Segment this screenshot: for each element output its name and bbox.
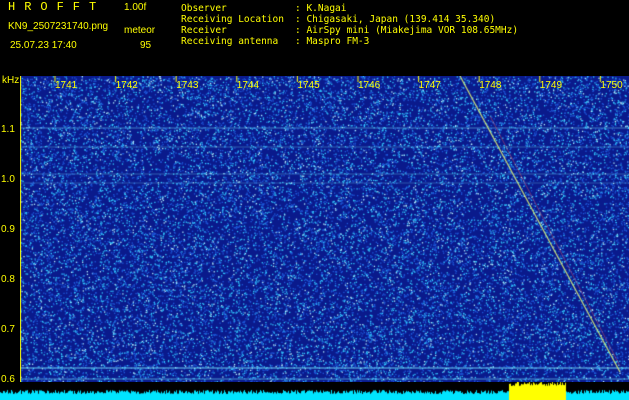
mode-label: meteor: [124, 25, 156, 36]
version-label: 1.00f: [124, 2, 147, 13]
x-tick-label: 1745: [297, 80, 320, 91]
x-tick-label: 1744: [236, 80, 260, 91]
y-tick-label: 1.1: [1, 124, 15, 135]
x-tick-label: 1749: [539, 80, 563, 91]
station-info: Observer : K.Nagai Receiving Location : Ch…: [181, 3, 518, 47]
info-value: : AirSpy mini (Miakejima VOR 108.65MHz): [295, 25, 519, 36]
x-tick-label: 1746: [358, 80, 381, 91]
signal-level-bar: [0, 382, 629, 400]
y-axis-unit: kHz: [2, 75, 20, 86]
x-tick-label: 1747: [418, 80, 441, 91]
x-tick-label: 1742: [115, 80, 138, 91]
y-tick-label: 0.9: [1, 224, 15, 235]
datetime-label: 25.07.23 17:40: [10, 40, 77, 51]
info-key: Receiving antenna: [181, 36, 279, 47]
x-tick-label: 1743: [176, 80, 199, 91]
info-row-receiver: Receiver : AirSpy mini (Miakejima VOR 108…: [181, 25, 518, 36]
info-value: : K.Nagai: [295, 3, 347, 14]
count-label: 95: [140, 40, 152, 51]
y-tick-label: 1.0: [1, 174, 15, 185]
y-tick-label: 0.8: [1, 274, 15, 285]
x-tick-label: 1750: [600, 80, 623, 91]
info-key: Receiver: [181, 25, 227, 36]
info-row-antenna: Receiving antenna : Maspro FM-3: [181, 36, 518, 47]
y-tick-label: 0.7: [1, 324, 15, 335]
info-row-observer: Observer : K.Nagai: [181, 3, 518, 14]
info-row-location: Receiving Location : Chigasaki, Japan (13…: [181, 14, 518, 25]
file-name: KN9_2507231740.png: [8, 21, 109, 32]
spectrogram-canvas[interactable]: [20, 76, 629, 382]
app-title: HROFFT: [8, 0, 106, 14]
x-tick-label: 1741: [55, 80, 78, 91]
x-tick-label: 1748: [479, 80, 502, 91]
info-key: Observer: [181, 3, 227, 14]
info-value: : Chigasaki, Japan (139.414 35.340): [295, 14, 496, 25]
header-panel: HROFFT 1.00f KN9_2507231740.png meteor 2…: [0, 0, 629, 72]
info-value: : Maspro FM-3: [295, 36, 370, 47]
info-key: Receiving Location: [181, 14, 284, 25]
